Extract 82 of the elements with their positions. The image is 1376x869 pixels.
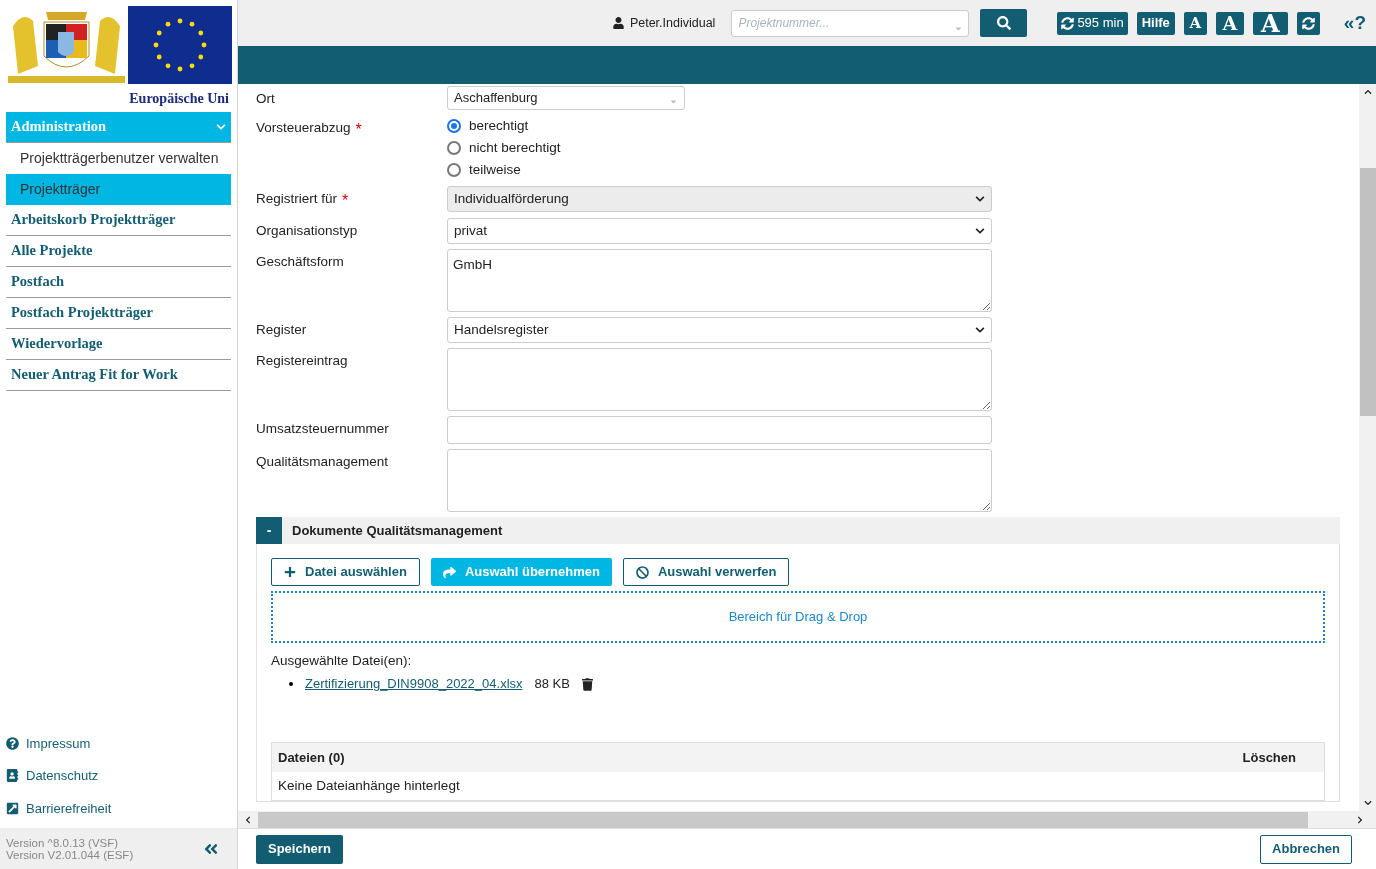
- field-label: Ort: [256, 90, 275, 108]
- field-label: Geschäftsform: [256, 253, 344, 271]
- version-text: Version ^8.0.13 (VSF): [6, 836, 120, 849]
- field-label: Organisationstyp: [256, 222, 358, 240]
- font-size-button[interactable]: A: [1252, 11, 1288, 35]
- radio-label: teilweise: [469, 160, 521, 179]
- column-header: Löschen: [1242, 748, 1296, 767]
- font-size-button[interactable]: A: [1215, 11, 1244, 35]
- session-timer-button[interactable]: 595 min: [1057, 11, 1128, 35]
- user-icon: [612, 17, 624, 29]
- select-field[interactable]: privat: [447, 218, 992, 244]
- nav-subitem[interactable]: Projektträgerbenutzer verwalten: [6, 143, 231, 174]
- radio-label: berechtigt: [469, 116, 529, 135]
- horizontal-scrollbar[interactable]: [238, 811, 1376, 828]
- save-button[interactable]: Speichern: [256, 834, 343, 864]
- select-field[interactable]: Handelsregister: [447, 317, 992, 343]
- file-link[interactable]: Zertifizierung_DIN9908_2022_04.xlsx: [305, 674, 523, 694]
- footer-link[interactable]: Barrierefreiheit: [26, 798, 112, 818]
- text-area[interactable]: GmbH: [447, 249, 992, 312]
- empty-table-message: Keine Dateianhänge hinterlegt: [278, 776, 460, 795]
- file-size: 88 KB: [534, 675, 570, 694]
- field-label: Registriert für: [256, 190, 338, 208]
- nav-item[interactable]: Alle Projekte: [6, 236, 231, 267]
- chevron-down-icon: [975, 325, 985, 335]
- nav-item[interactable]: Postfach: [6, 267, 231, 298]
- logo-caption: Europäische Uni: [129, 90, 229, 108]
- vertical-scrollbar[interactable]: [1359, 84, 1376, 811]
- scroll-up-icon[interactable]: [1363, 88, 1372, 96]
- ban-icon: [635, 565, 649, 579]
- nav-subitem[interactable]: Projektträger: [6, 174, 231, 205]
- chevron-down-icon: [975, 226, 985, 236]
- footer-link[interactable]: Datenschutz: [26, 766, 99, 786]
- trash-icon[interactable]: [581, 677, 593, 691]
- plus-icon: [284, 566, 296, 578]
- chevron-down-icon: [975, 194, 985, 204]
- drop-zone[interactable]: Bereich für Drag & Drop: [271, 591, 1325, 643]
- field-label: Register: [256, 321, 307, 339]
- city-combo-field[interactable]: Aschaffenburg: [447, 86, 685, 110]
- share-arrow-icon: [442, 565, 456, 579]
- refresh-icon: [1301, 16, 1315, 30]
- nav-item[interactable]: Neuer Antrag Fit for Work: [6, 360, 231, 391]
- search-button[interactable]: [980, 9, 1028, 37]
- required-asterisk: *: [355, 120, 362, 140]
- scroll-left-icon[interactable]: [244, 815, 252, 824]
- field-label: Vorsteuerabzug: [256, 119, 351, 137]
- user-name[interactable]: Peter.Individual: [629, 13, 716, 33]
- bullet-icon: [289, 682, 293, 686]
- action-button[interactable]: Auswahl verwerfen: [622, 558, 790, 586]
- search-icon: [996, 16, 1011, 30]
- collapse-section-button[interactable]: -: [256, 517, 282, 544]
- selected-files-label: Ausgewählte Datei(en):: [271, 652, 413, 670]
- version-text: Version V2.01.044 (ESF): [6, 848, 134, 861]
- refresh-icon: [1061, 16, 1075, 30]
- cancel-button[interactable]: Abbrechen: [1260, 834, 1352, 864]
- radio-button[interactable]: [447, 141, 461, 155]
- section-title: Dokumente Qualitätsmanagement: [292, 521, 503, 540]
- collapse-help-toggle[interactable]: «?: [1343, 8, 1366, 38]
- required-asterisk: *: [342, 191, 349, 211]
- project-search-field[interactable]: Projektnummer...: [731, 9, 970, 37]
- refresh-button[interactable]: [1296, 11, 1320, 35]
- field-label: Umsatzsteuernummer: [256, 420, 389, 438]
- field-label: Qualitätsmanagement: [256, 453, 389, 471]
- radio-button[interactable]: [447, 119, 461, 133]
- font-size-button[interactable]: A: [1183, 11, 1207, 35]
- help-button[interactable]: Hilfe: [1136, 11, 1175, 35]
- nav-item[interactable]: Wiedervorlage: [6, 329, 231, 360]
- column-header: Dateien (0): [278, 748, 345, 767]
- scroll-down-icon[interactable]: [1363, 799, 1372, 807]
- scroll-right-icon[interactable]: [1356, 815, 1364, 824]
- eu-flag-icon: [128, 6, 232, 84]
- footer-link[interactable]: Impressum: [26, 733, 91, 753]
- help-icon: [6, 736, 19, 750]
- contact-book-icon: [6, 769, 19, 783]
- action-button[interactable]: Datei auswählen: [271, 558, 420, 586]
- field-label: Registereintrag: [256, 352, 348, 370]
- nav-item[interactable]: Arbeitskorb Projektträger: [6, 205, 231, 236]
- drop-zone-text: Bereich für Drag & Drop: [728, 608, 868, 627]
- radio-label: nicht berechtigt: [469, 138, 561, 157]
- nav-item[interactable]: Postfach Projektträger: [6, 298, 231, 329]
- radio-button[interactable]: [447, 163, 461, 177]
- input-field[interactable]: [447, 416, 992, 444]
- external-link-icon: [6, 801, 19, 815]
